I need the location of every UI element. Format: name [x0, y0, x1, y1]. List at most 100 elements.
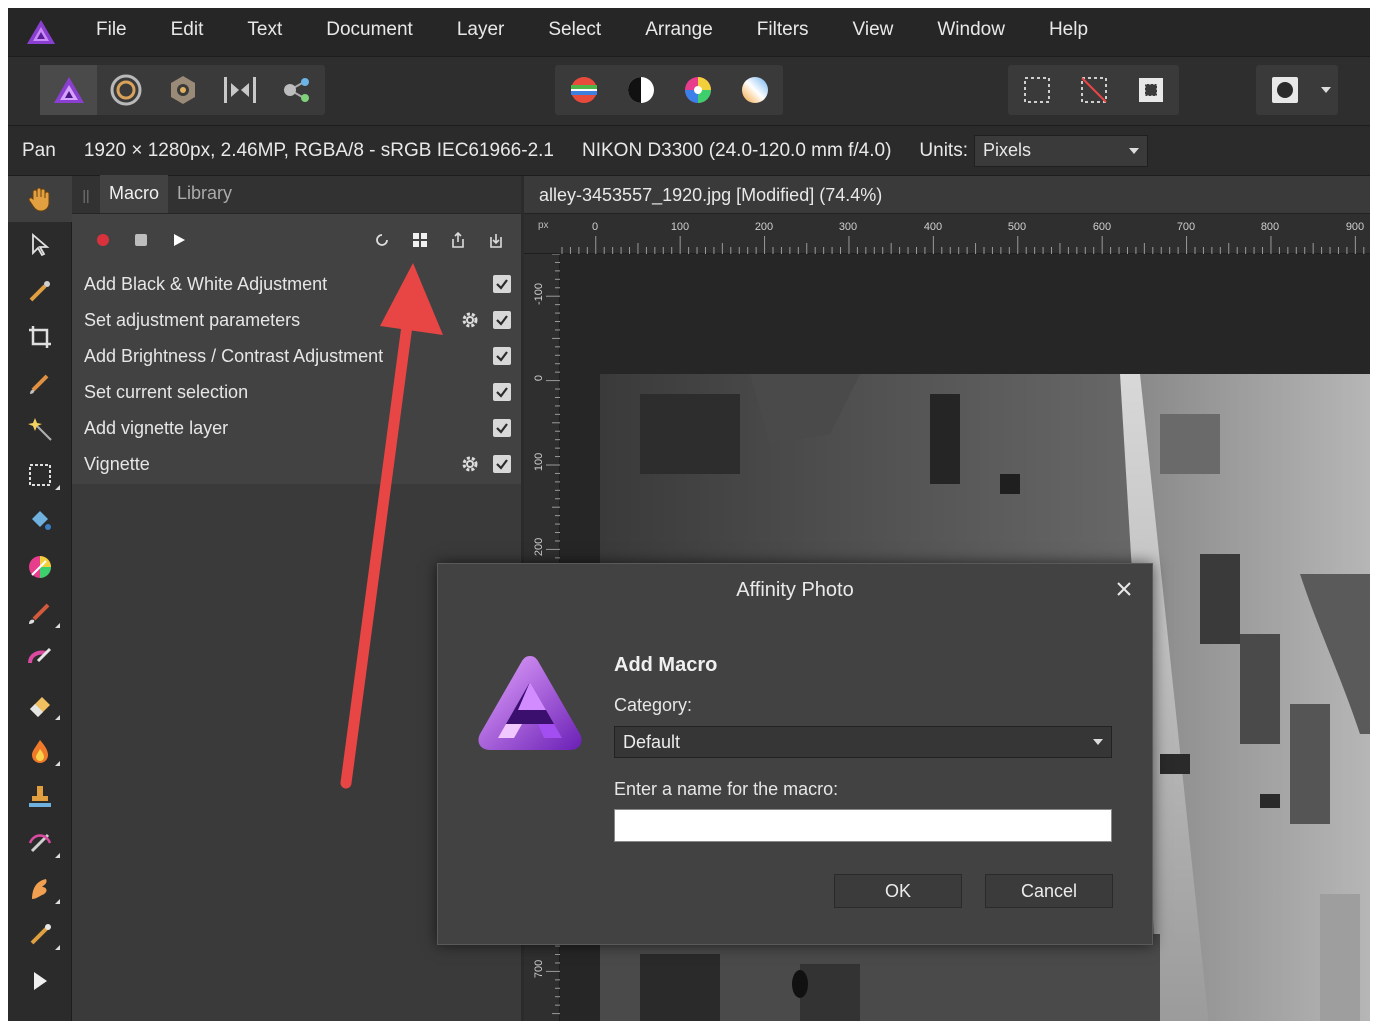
step-enabled-checkbox[interactable] — [493, 347, 511, 365]
develop-persona-icon[interactable] — [154, 65, 211, 115]
step-enabled-checkbox[interactable] — [493, 455, 511, 473]
eraser-tool-icon[interactable] — [8, 682, 72, 728]
category-value: Default — [623, 731, 681, 752]
selection-brush-tool-icon[interactable] — [8, 360, 72, 406]
quick-mask-icon[interactable] — [1256, 65, 1313, 115]
color-picker-tool-icon[interactable] — [8, 268, 72, 314]
add-to-library-icon[interactable] — [401, 222, 439, 258]
ruler-label: 200 — [755, 221, 773, 233]
menu-layer[interactable]: Layer — [435, 8, 527, 56]
export-persona-icon[interactable] — [268, 65, 325, 115]
record-icon[interactable] — [84, 222, 122, 258]
cancel-button[interactable]: Cancel — [985, 874, 1113, 908]
ok-button[interactable]: OK — [834, 874, 962, 908]
mesh-warp-tool-icon[interactable] — [8, 912, 72, 958]
current-tool-label: Pan — [22, 139, 56, 161]
ruler-label: 400 — [924, 221, 942, 233]
auto-levels-icon[interactable] — [555, 65, 612, 115]
menu-text[interactable]: Text — [225, 8, 304, 56]
step-enabled-checkbox[interactable] — [493, 311, 511, 329]
macro-step[interactable]: Set adjustment parameters — [72, 302, 521, 338]
horizontal-ruler[interactable]: px 0 100 200 300 400 500 600 700 800 900 — [524, 214, 1370, 254]
view-tool-hand-icon[interactable] — [8, 176, 72, 222]
ruler-label: 100 — [671, 221, 689, 233]
flood-select-tool-icon[interactable] — [8, 406, 72, 452]
menu-filters[interactable]: Filters — [735, 8, 831, 56]
macro-step[interactable]: Add vignette layer — [72, 410, 521, 446]
menu-help[interactable]: Help — [1027, 8, 1110, 56]
node-tool-icon[interactable] — [8, 958, 72, 1004]
macro-step[interactable]: Vignette — [72, 446, 521, 482]
document-info: 1920 × 1280px, 2.46MP, RGBA/8 - sRGB IEC… — [83, 139, 554, 161]
step-enabled-checkbox[interactable] — [493, 275, 511, 293]
macro-step[interactable]: Set current selection — [72, 374, 521, 410]
gear-icon[interactable] — [459, 453, 481, 475]
auto-white-balance-icon[interactable] — [726, 65, 783, 115]
auto-colors-icon[interactable] — [669, 65, 726, 115]
gear-icon[interactable] — [459, 309, 481, 331]
macro-step[interactable]: Add Black & White Adjustment — [72, 266, 521, 302]
units-value: Pixels — [983, 140, 1032, 160]
stop-icon[interactable] — [122, 222, 160, 258]
import-icon[interactable] — [477, 222, 515, 258]
smudge-tool-icon[interactable] — [8, 866, 72, 912]
menu-file[interactable]: File — [74, 8, 149, 56]
tab-library[interactable]: Library — [168, 175, 241, 213]
units-dropdown[interactable]: Pixels — [974, 134, 1148, 167]
panel-tab-bar: || Macro Library — [72, 175, 521, 214]
move-tool-icon[interactable] — [8, 222, 72, 268]
dodge-burn-tool-icon[interactable] — [8, 728, 72, 774]
category-label: Category: — [614, 695, 693, 715]
persona-group — [40, 65, 325, 115]
erase-brush-tool-icon[interactable] — [8, 636, 72, 682]
menu-view[interactable]: View — [831, 8, 916, 56]
chevron-down-icon[interactable] — [1313, 65, 1338, 115]
clone-stamp-tool-icon[interactable] — [8, 774, 72, 820]
tab-macro[interactable]: Macro — [100, 175, 169, 213]
menu-edit[interactable]: Edit — [149, 8, 226, 56]
affinity-photo-logo-icon — [474, 652, 586, 763]
deselect-icon[interactable] — [1065, 65, 1122, 115]
invert-selection-icon[interactable] — [1122, 65, 1179, 115]
photo-persona-icon[interactable] — [40, 65, 97, 115]
menu-arrange[interactable]: Arrange — [623, 8, 735, 56]
panel-grip-icon[interactable]: || — [72, 177, 100, 213]
crop-tool-icon[interactable] — [8, 314, 72, 360]
ruler-label: 800 — [1261, 221, 1279, 233]
inpainting-tool-icon[interactable] — [8, 820, 72, 866]
macro-step[interactable]: Add Brightness / Contrast Adjustment — [72, 338, 521, 374]
add-macro-dialog: Affinity Photo Add Macro Category: Defau… — [437, 563, 1153, 945]
tool-flyout-indicator — [55, 899, 60, 904]
app-logo-icon[interactable] — [8, 8, 74, 56]
tone-mapping-persona-icon[interactable] — [211, 65, 268, 115]
menu-document[interactable]: Document — [304, 8, 435, 56]
auto-contrast-icon[interactable] — [612, 65, 669, 115]
menu-select[interactable]: Select — [526, 8, 623, 56]
category-dropdown[interactable]: Default — [614, 726, 1112, 758]
chevron-down-icon — [1093, 739, 1103, 745]
export-icon[interactable] — [439, 222, 477, 258]
play-icon[interactable] — [160, 222, 198, 258]
dialog-title-text: Affinity Photo — [736, 579, 854, 601]
macro-name-input[interactable] — [614, 809, 1112, 842]
step-enabled-checkbox[interactable] — [493, 419, 511, 437]
ruler-labels: 0 100 200 300 400 500 600 700 800 900 — [592, 221, 1364, 233]
ruler-label: 0 — [533, 375, 545, 381]
close-icon[interactable] — [1112, 577, 1136, 601]
main-toolbar — [8, 56, 1370, 126]
units-label: Units: — [919, 139, 968, 161]
camera-info: NIKON D3300 (24.0-120.0 mm f/4.0) — [582, 139, 892, 161]
menu-window[interactable]: Window — [915, 8, 1027, 56]
step-enabled-checkbox[interactable] — [493, 383, 511, 401]
gradient-tool-icon[interactable] — [8, 544, 72, 590]
clear-icon[interactable] — [363, 222, 401, 258]
fill-tool-icon[interactable] — [8, 498, 72, 544]
ruler-label: 300 — [839, 221, 857, 233]
liquify-persona-icon[interactable] — [97, 65, 154, 115]
marquee-selection-icon[interactable] — [1008, 65, 1065, 115]
document-tab[interactable]: alley-3453557_1920.jpg [Modified] (74.4%… — [524, 176, 1370, 214]
selection-group — [1008, 65, 1179, 115]
marquee-tool-icon[interactable] — [8, 452, 72, 498]
paint-brush-tool-icon[interactable] — [8, 590, 72, 636]
ruler-ticks — [561, 236, 1365, 254]
